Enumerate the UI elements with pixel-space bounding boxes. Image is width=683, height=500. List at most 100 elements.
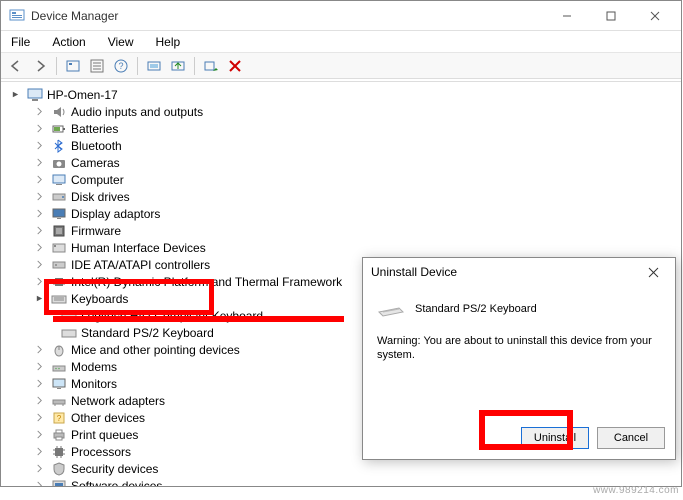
tree-label: Modems xyxy=(71,360,117,374)
tree-node-hid[interactable]: Human Interface Devices xyxy=(9,239,679,256)
expand-icon[interactable] xyxy=(33,412,45,424)
menu-view[interactable]: View xyxy=(104,33,138,51)
expand-icon[interactable] xyxy=(33,123,45,135)
hid-icon xyxy=(51,240,67,256)
help-button[interactable]: ? xyxy=(110,55,132,77)
expand-icon[interactable] xyxy=(33,446,45,458)
menu-file[interactable]: File xyxy=(7,33,34,51)
expand-icon[interactable] xyxy=(33,480,45,487)
collapse-icon[interactable] xyxy=(33,293,45,305)
tree-node-computer[interactable]: Computer xyxy=(9,171,679,188)
dialog-warning-text: Warning: You are about to uninstall this… xyxy=(377,334,661,363)
update-driver-button[interactable] xyxy=(167,55,189,77)
expand-icon[interactable] xyxy=(33,378,45,390)
processor-icon xyxy=(51,444,67,460)
menu-action[interactable]: Action xyxy=(48,33,89,51)
mouse-icon xyxy=(51,342,67,358)
cancel-button[interactable]: Cancel xyxy=(597,427,665,449)
expand-icon[interactable] xyxy=(33,395,45,407)
tree-label: Bluetooth xyxy=(71,139,122,153)
tree-label: Mice and other pointing devices xyxy=(71,343,240,357)
expand-icon[interactable] xyxy=(33,174,45,186)
bluetooth-icon xyxy=(51,138,67,154)
expand-icon[interactable] xyxy=(33,344,45,356)
tree-label: Logitech HID-Compliant Keyboard xyxy=(81,309,263,323)
chip-icon xyxy=(51,274,67,290)
dialog-titlebar: Uninstall Device xyxy=(363,258,675,286)
window-controls xyxy=(545,2,677,30)
collapse-icon[interactable] xyxy=(9,89,21,101)
other-devices-icon: ? xyxy=(51,410,67,426)
toolbar-separator xyxy=(137,57,138,75)
tree-label: Print queues xyxy=(71,428,138,442)
firmware-icon xyxy=(51,223,67,239)
scan-hardware-button[interactable] xyxy=(143,55,165,77)
expand-icon[interactable] xyxy=(33,242,45,254)
tree-node-bluetooth[interactable]: Bluetooth xyxy=(9,137,679,154)
svg-text:?: ? xyxy=(118,61,123,71)
keyboard-icon xyxy=(377,300,405,318)
software-icon xyxy=(51,478,67,487)
toolbar-separator xyxy=(194,57,195,75)
tree-label: Human Interface Devices xyxy=(71,241,206,255)
back-button[interactable] xyxy=(5,55,27,77)
expand-icon[interactable] xyxy=(33,361,45,373)
tree-label: Audio inputs and outputs xyxy=(71,105,203,119)
minimize-button[interactable] xyxy=(545,2,589,30)
expand-icon[interactable] xyxy=(33,463,45,475)
tree-label: Monitors xyxy=(71,377,117,391)
tree-node-audio[interactable]: Audio inputs and outputs xyxy=(9,103,679,120)
tree-root-node[interactable]: HP-Omen-17 xyxy=(9,86,679,103)
tree-node-firmware[interactable]: Firmware xyxy=(9,222,679,239)
expand-icon[interactable] xyxy=(33,208,45,220)
close-button[interactable] xyxy=(633,2,677,30)
maximize-button[interactable] xyxy=(589,2,633,30)
disk-icon xyxy=(51,189,67,205)
uninstall-button[interactable]: Uninstall xyxy=(521,427,589,449)
tree-node-disk[interactable]: Disk drives xyxy=(9,188,679,205)
dialog-body: Standard PS/2 Keyboard Warning: You are … xyxy=(363,286,675,371)
keyboard-icon xyxy=(51,291,67,307)
tree-node-security[interactable]: Security devices xyxy=(9,460,679,477)
dialog-title: Uninstall Device xyxy=(371,265,639,279)
forward-button[interactable] xyxy=(29,55,51,77)
tree-label: Network adapters xyxy=(71,394,165,408)
tree-node-batteries[interactable]: Batteries xyxy=(9,120,679,137)
expand-icon[interactable] xyxy=(33,106,45,118)
ide-icon xyxy=(51,257,67,273)
svg-text:?: ? xyxy=(57,414,62,423)
expand-icon[interactable] xyxy=(33,191,45,203)
tree-node-software[interactable]: Software devices xyxy=(9,477,679,486)
expand-icon[interactable] xyxy=(33,429,45,441)
tree-node-display[interactable]: Display adaptors xyxy=(9,205,679,222)
expand-icon[interactable] xyxy=(33,276,45,288)
expand-icon[interactable] xyxy=(33,157,45,169)
tree-label: Security devices xyxy=(71,462,158,476)
tree-label: Cameras xyxy=(71,156,120,170)
expand-icon[interactable] xyxy=(33,259,45,271)
uninstall-device-button[interactable] xyxy=(224,55,246,77)
show-hidden-button[interactable] xyxy=(62,55,84,77)
modem-icon xyxy=(51,359,67,375)
tree-label: Display adaptors xyxy=(71,207,160,221)
dialog-close-button[interactable] xyxy=(639,260,667,284)
properties-button[interactable] xyxy=(86,55,108,77)
tree-label: Keyboards xyxy=(71,292,128,306)
tree-label: Intel(R) Dynamic Platform and Thermal Fr… xyxy=(71,275,342,289)
monitor-icon xyxy=(51,376,67,392)
keyboard-icon xyxy=(61,308,77,324)
toolbar: ? xyxy=(1,53,681,79)
toolbar-separator xyxy=(56,57,57,75)
watermark: www.989214.com xyxy=(593,485,679,496)
tree-label: Firmware xyxy=(71,224,121,238)
computer-icon xyxy=(27,87,43,103)
window-title: Device Manager xyxy=(31,9,545,23)
tree-label: Standard PS/2 Keyboard xyxy=(81,326,214,340)
menu-help[interactable]: Help xyxy=(152,33,185,51)
expand-icon[interactable] xyxy=(33,225,45,237)
titlebar: Device Manager xyxy=(1,1,681,31)
dialog-device-name: Standard PS/2 Keyboard xyxy=(415,303,537,315)
tree-node-cameras[interactable]: Cameras xyxy=(9,154,679,171)
enable-device-button[interactable] xyxy=(200,55,222,77)
expand-icon[interactable] xyxy=(33,140,45,152)
